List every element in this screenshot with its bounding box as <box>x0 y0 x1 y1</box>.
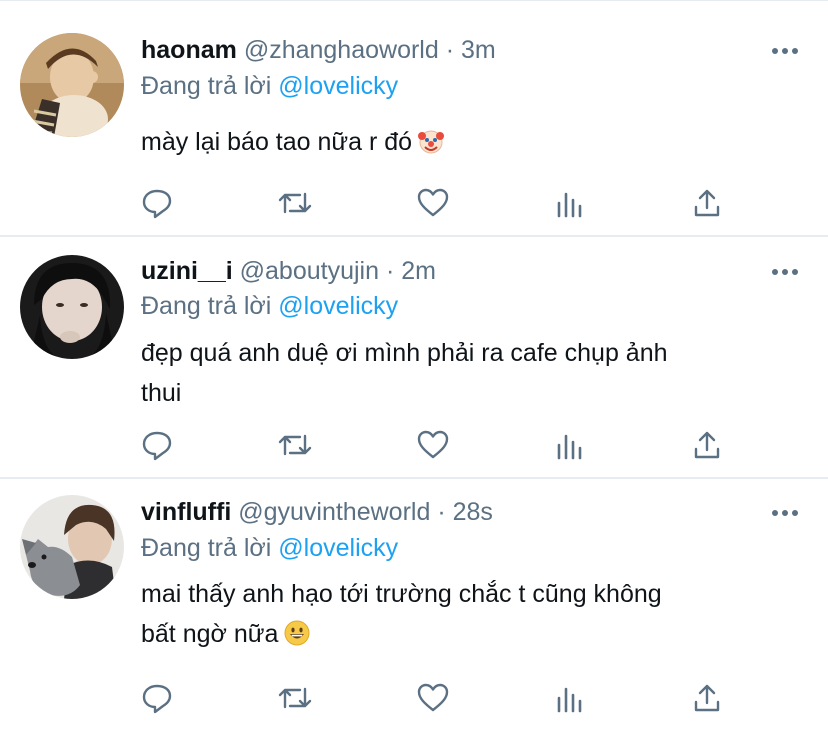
reply-tweet[interactable]: haonam @zhanghaoworld · 3m Đang trả lời … <box>0 0 828 237</box>
display-name[interactable]: haonam <box>141 36 237 64</box>
analytics-button[interactable] <box>550 183 590 223</box>
reply-tweet[interactable]: vinfluffi @gyuvintheworld · 28s Đang trả… <box>0 479 828 734</box>
replying-to-label: Đang trả lời <box>141 292 272 320</box>
replying-to-label: Đang trả lời <box>141 534 272 562</box>
display-name[interactable]: vinfluffi <box>141 498 231 526</box>
retweet-button[interactable] <box>275 183 315 223</box>
heart-icon <box>417 683 449 712</box>
separator-dot: · <box>385 257 395 285</box>
retweet-button[interactable] <box>275 425 315 465</box>
more-options-button[interactable] <box>770 265 800 277</box>
replying-to: Đang trả lời @lovelicky <box>141 533 398 563</box>
user-handle[interactable]: @gyuvintheworld <box>238 498 430 526</box>
mention-link[interactable]: @lovelicky <box>278 292 398 320</box>
replying-to: Đang trả lời @lovelicky <box>141 291 398 321</box>
analytics-button[interactable] <box>550 678 590 718</box>
tweet-text-line: đẹp quá anh duệ ơi mình phải ra cafe chụ… <box>141 339 668 367</box>
replying-to-label: Đang trả lời <box>141 72 272 100</box>
like-button[interactable] <box>413 183 453 223</box>
analytics-icon <box>557 192 582 218</box>
retweet-icon <box>278 687 312 709</box>
mention-link[interactable]: @lovelicky <box>278 534 398 562</box>
like-button[interactable] <box>413 425 453 465</box>
retweet-icon <box>278 192 312 214</box>
avatar[interactable] <box>20 255 124 359</box>
tweet-text: mai thấy anh hạo tới trường chắc t cũng … <box>141 574 781 658</box>
heart-icon <box>417 430 449 459</box>
more-icon <box>772 48 798 54</box>
reply-icon <box>142 431 172 461</box>
share-button[interactable] <box>687 183 727 223</box>
separator-dot: · <box>437 498 446 526</box>
like-button[interactable] <box>413 678 453 718</box>
share-icon <box>694 431 720 459</box>
avatar[interactable] <box>20 495 124 599</box>
separator-dot: · <box>445 36 455 64</box>
retweet-button[interactable] <box>275 678 315 718</box>
tweet-text-content: bất ngờ nữa <box>141 620 279 648</box>
timestamp[interactable]: 3m <box>461 36 496 64</box>
share-icon <box>694 189 720 217</box>
more-icon <box>772 269 798 275</box>
timestamp[interactable]: 2m <box>401 257 436 285</box>
analytics-icon <box>557 687 582 713</box>
reply-button[interactable] <box>137 425 177 465</box>
grinning-face-icon <box>284 618 310 658</box>
tweet-text-line: thui <box>141 379 182 407</box>
tweet-text-line-2: bất ngờ nữa <box>141 614 781 658</box>
analytics-button[interactable] <box>550 425 590 465</box>
more-options-button[interactable] <box>770 506 800 518</box>
share-button[interactable] <box>687 678 727 718</box>
reply-icon <box>142 684 172 714</box>
tweet-text: đẹp quá anh duệ ơi mình phải ra cafe chụ… <box>141 333 781 413</box>
retweet-icon <box>278 434 312 456</box>
more-icon <box>772 510 798 516</box>
share-icon <box>694 684 720 712</box>
tweet-header: haonam @zhanghaoworld · 3m <box>141 35 496 65</box>
tweet-text: mày lại báo tao nữa r đó <box>141 122 781 166</box>
replying-to: Đang trả lời @lovelicky <box>141 71 398 101</box>
tweet-header: vinfluffi @gyuvintheworld · 28s <box>141 497 493 527</box>
more-options-button[interactable] <box>770 44 800 56</box>
user-handle[interactable]: @zhanghaoworld <box>244 36 439 64</box>
clown-face-icon <box>418 126 445 166</box>
timestamp[interactable]: 28s <box>453 498 493 526</box>
heart-icon <box>417 188 449 217</box>
analytics-icon <box>557 434 582 460</box>
tweet-header: uzini__i @aboutyujin · 2m <box>141 256 436 286</box>
tweet-text-content: mày lại báo tao nữa r đó <box>141 128 413 156</box>
user-handle[interactable]: @aboutyujin <box>240 257 379 285</box>
avatar[interactable] <box>20 33 124 137</box>
share-button[interactable] <box>687 425 727 465</box>
tweet-text-line: mai thấy anh hạo tới trường chắc t cũng … <box>141 580 662 608</box>
reply-tweet[interactable]: uzini__i @aboutyujin · 2m Đang trả lời @… <box>0 237 828 479</box>
reply-button[interactable] <box>137 183 177 223</box>
display-name[interactable]: uzini__i <box>141 257 233 285</box>
reply-icon <box>142 189 172 219</box>
mention-link[interactable]: @lovelicky <box>278 72 398 100</box>
reply-button[interactable] <box>137 678 177 718</box>
